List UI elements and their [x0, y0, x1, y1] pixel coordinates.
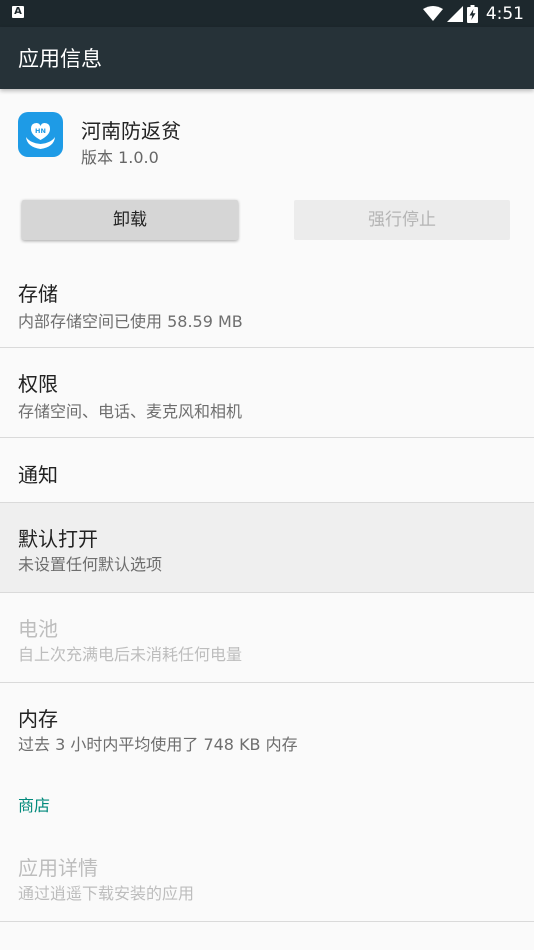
settings-item-app-details: 应用详情 通过逍遥下载安装的应用	[0, 832, 534, 921]
status-icons: 4:51	[422, 2, 524, 25]
svg-text:HN: HN	[35, 127, 46, 135]
hands-heart-icon: HN	[26, 123, 55, 149]
status-time: 4:51	[485, 3, 524, 24]
notification-icon: A	[12, 6, 24, 18]
item-title: 存储	[18, 282, 58, 306]
settings-item-battery: 电池 自上次充满电后未消耗任何电量	[0, 593, 534, 682]
item-title: 电池	[18, 617, 58, 641]
item-title: 内存	[18, 707, 58, 731]
app-bar: 应用信息	[0, 27, 534, 89]
app-icon: HN	[18, 112, 63, 157]
battery-charging-icon	[466, 4, 478, 23]
settings-item-open-by-default[interactable]: 默认打开 未设置任何默认选项	[0, 503, 534, 592]
item-title: 权限	[18, 372, 58, 396]
divider	[0, 921, 534, 922]
item-subtitle: 内部存储空间已使用 58.59 MB	[18, 312, 243, 331]
item-subtitle: 自上次充满电后未消耗任何电量	[18, 645, 243, 664]
item-title: 通知	[18, 463, 58, 487]
item-subtitle: 通过逍遥下载安装的应用	[18, 884, 195, 903]
item-subtitle: 未设置任何默认选项	[18, 555, 163, 574]
signal-icon	[446, 5, 463, 22]
settings-item-notifications[interactable]: 通知	[0, 438, 534, 502]
app-header: HN 河南防返贫 版本 1.0.0	[0, 90, 534, 190]
uninstall-button[interactable]: 卸载	[22, 200, 238, 240]
force-stop-button[interactable]: 强行停止	[294, 200, 510, 240]
settings-item-storage[interactable]: 存储 内部存储空间已使用 58.59 MB	[0, 258, 534, 347]
wifi-icon	[422, 5, 443, 21]
item-subtitle: 过去 3 小时内平均使用了 748 KB 内存	[18, 735, 298, 754]
status-bar: A 4:51	[0, 0, 534, 27]
item-title: 应用详情	[18, 856, 98, 880]
settings-item-permissions[interactable]: 权限 存储空间、电话、麦克风和相机	[0, 348, 534, 437]
section-label-store: 商店	[18, 796, 51, 815]
app-version: 版本 1.0.0	[81, 148, 159, 167]
settings-item-memory[interactable]: 内存 过去 3 小时内平均使用了 748 KB 内存	[0, 683, 534, 763]
app-bar-title: 应用信息	[18, 47, 102, 71]
item-title: 默认打开	[18, 527, 98, 551]
app-name: 河南防返贫	[81, 119, 181, 143]
item-subtitle: 存储空间、电话、麦克风和相机	[18, 402, 243, 421]
